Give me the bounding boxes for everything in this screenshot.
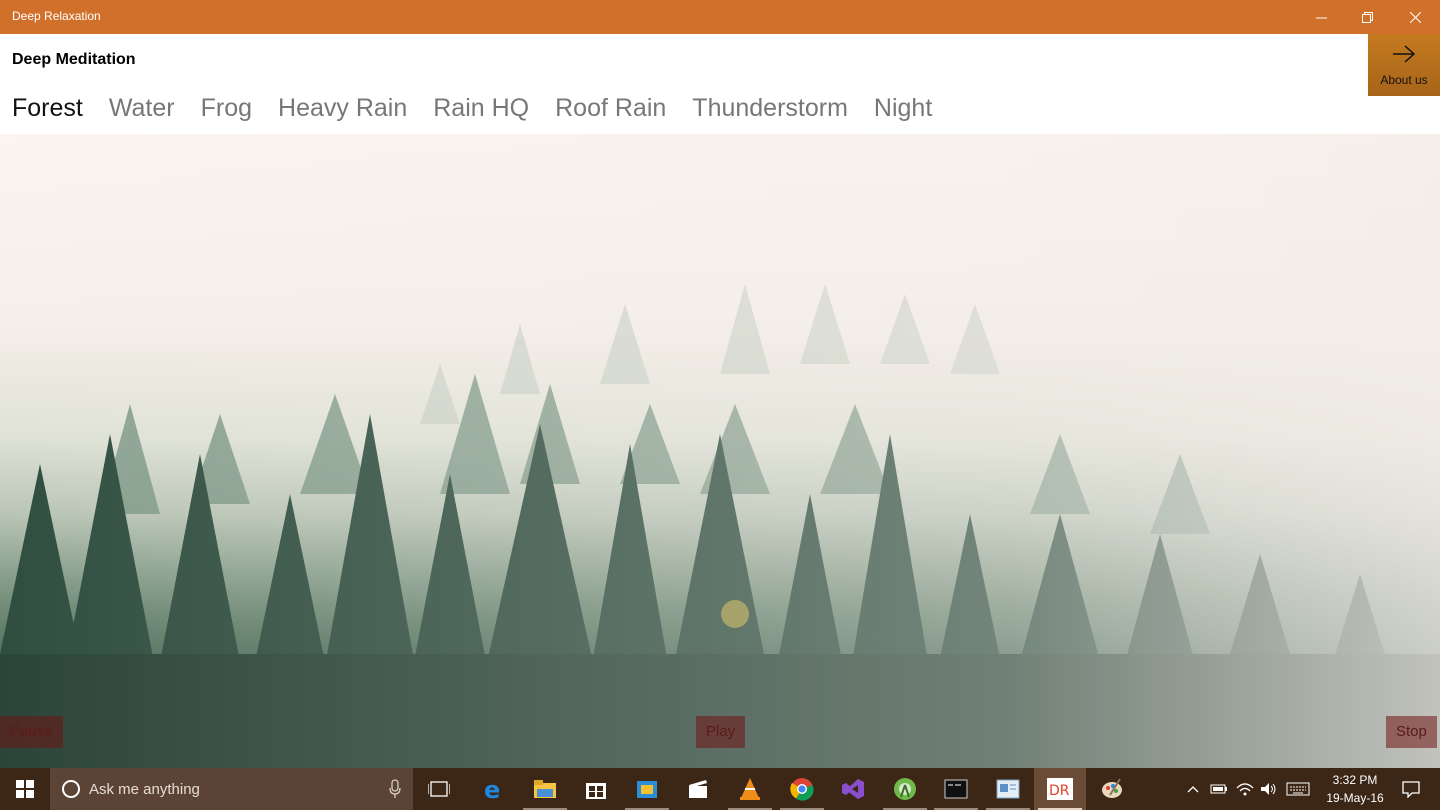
task-view-icon — [428, 781, 450, 797]
chrome-icon — [790, 778, 814, 801]
forest-background-image: Pause Play Stop — [0, 134, 1440, 768]
tab-roof-rain[interactable]: Roof Rain — [555, 94, 666, 123]
movies-button[interactable] — [672, 768, 724, 810]
tab-forest[interactable]: Forest — [12, 94, 83, 123]
network-tray[interactable] — [1234, 768, 1256, 810]
notepad-icon — [996, 779, 1020, 799]
app-badge-text: DR — [1049, 783, 1070, 799]
forest-illustration — [0, 134, 1440, 768]
android-studio-button[interactable] — [879, 768, 931, 810]
window-title: Deep Relaxation — [12, 9, 101, 23]
play-button[interactable]: Play — [696, 716, 746, 748]
vlc-button[interactable] — [724, 768, 776, 810]
vlc-icon — [740, 778, 760, 800]
notepad-button[interactable] — [982, 768, 1034, 810]
search-placeholder: Ask me anything — [89, 781, 200, 798]
microphone-icon[interactable] — [389, 779, 401, 799]
sound-tabs: Forest Water Frog Heavy Rain Rain HQ Roo… — [12, 94, 932, 123]
tab-frog[interactable]: Frog — [201, 94, 252, 123]
deep-relaxation-app-button[interactable]: DR — [1034, 768, 1086, 810]
outlook-button[interactable] — [621, 768, 673, 810]
cortana-search-box[interactable]: Ask me anything — [50, 768, 413, 810]
terminal-button[interactable] — [930, 768, 982, 810]
file-explorer-icon — [534, 780, 556, 798]
show-hidden-icons-button[interactable] — [1183, 768, 1203, 810]
app-title: Deep Meditation — [12, 51, 136, 68]
minimize-icon — [1315, 17, 1327, 18]
svg-text:e: e — [484, 777, 500, 801]
about-us-label: About us — [1380, 73, 1428, 87]
taskbar: Ask me anything e DR 3:32 PM 19-May-16 — [0, 768, 1440, 810]
tab-night[interactable]: Night — [874, 94, 932, 123]
restore-icon — [1361, 11, 1373, 23]
clock-date: 19-May-16 — [1326, 791, 1384, 805]
battery-tray[interactable] — [1208, 768, 1230, 810]
tab-heavy-rain[interactable]: Heavy Rain — [278, 94, 407, 123]
chevron-up-icon — [1187, 786, 1199, 793]
battery-icon — [1210, 784, 1227, 794]
task-view-button[interactable] — [413, 768, 465, 810]
about-us-button[interactable]: About us — [1368, 34, 1440, 96]
movies-icon — [689, 780, 707, 798]
chrome-button[interactable] — [776, 768, 828, 810]
store-button[interactable] — [570, 768, 622, 810]
tab-water[interactable]: Water — [109, 94, 175, 123]
visual-studio-icon — [842, 779, 864, 799]
terminal-icon — [944, 779, 968, 799]
tab-thunderstorm[interactable]: Thunderstorm — [692, 94, 848, 123]
title-bar: Deep Relaxation — [0, 0, 1440, 34]
volume-tray[interactable] — [1258, 768, 1280, 810]
volume-icon — [1261, 783, 1276, 795]
store-icon — [586, 783, 606, 799]
android-studio-icon — [894, 778, 916, 800]
tab-rain-hq[interactable]: Rain HQ — [433, 94, 529, 123]
arrow-right-icon — [1393, 45, 1416, 63]
touch-keyboard-button[interactable] — [1284, 768, 1312, 810]
visual-studio-button[interactable] — [827, 768, 879, 810]
deep-relaxation-app-icon: DR — [1047, 778, 1073, 800]
paint-button[interactable] — [1086, 768, 1138, 810]
edge-icon: e — [484, 777, 500, 801]
paint-icon — [1102, 778, 1122, 798]
action-center-button[interactable] — [1396, 768, 1426, 810]
wifi-icon — [1236, 783, 1254, 796]
keyboard-icon — [1286, 782, 1310, 796]
app-header: Deep Meditation Forest Water Frog Heavy … — [0, 34, 1440, 134]
stop-button[interactable]: Stop — [1386, 716, 1437, 748]
clock-time: 3:32 PM — [1332, 773, 1378, 787]
file-explorer-button[interactable] — [519, 768, 571, 810]
minimize-button[interactable] — [1298, 0, 1344, 34]
pause-button[interactable]: Pause — [0, 716, 63, 748]
start-button[interactable] — [0, 768, 50, 810]
outlook-icon — [637, 781, 657, 798]
restore-button[interactable] — [1344, 0, 1390, 34]
windows-logo-icon — [16, 780, 34, 798]
cortana-icon — [62, 780, 80, 798]
edge-button[interactable]: e — [467, 768, 519, 810]
close-button[interactable] — [1392, 0, 1438, 34]
notifications-icon — [1402, 781, 1420, 798]
close-icon — [1409, 11, 1421, 23]
clock[interactable]: 3:32 PM 19-May-16 — [1310, 771, 1400, 807]
